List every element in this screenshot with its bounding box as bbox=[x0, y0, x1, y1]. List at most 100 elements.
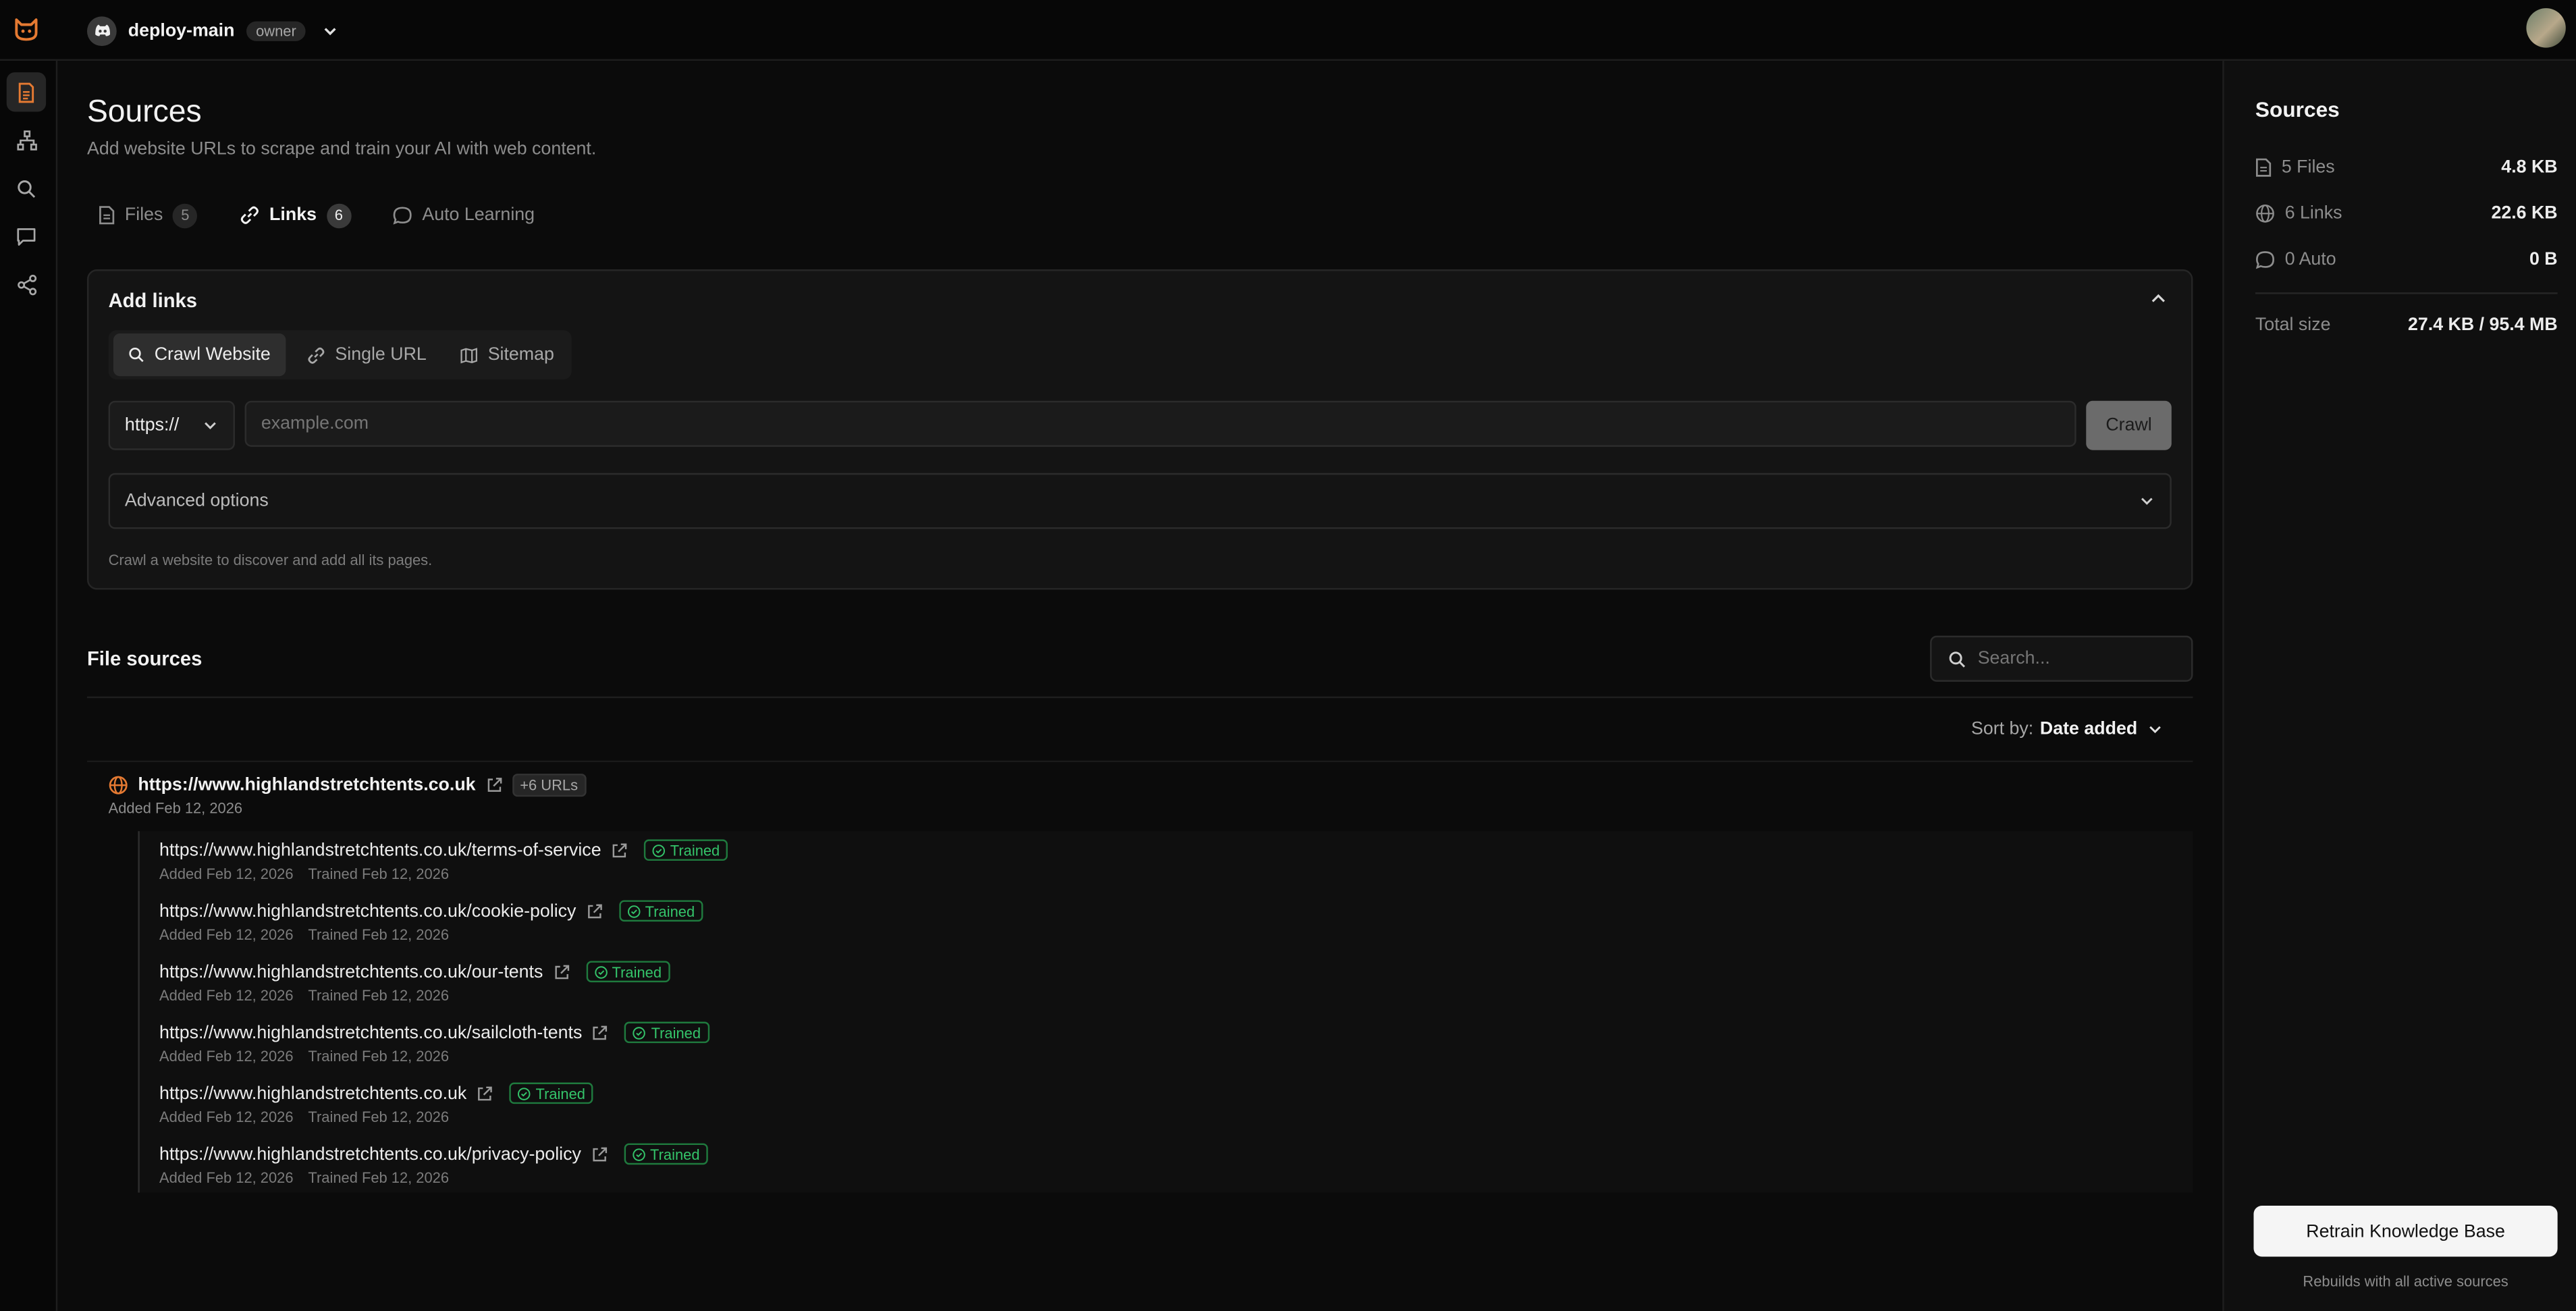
external-link-icon[interactable] bbox=[586, 903, 602, 919]
crawl-hint: Crawl a website to discover and add all … bbox=[108, 552, 433, 568]
added-date: Added Feb 12, 2026 bbox=[159, 926, 294, 943]
tab-count: 6 bbox=[326, 203, 352, 228]
item-url[interactable]: https://www.highlandstretchtents.co.uk/t… bbox=[159, 840, 601, 860]
url-input[interactable] bbox=[244, 400, 2076, 447]
protocol-value: https:// bbox=[124, 415, 180, 435]
summary-label: 0 Auto bbox=[2284, 249, 2336, 270]
trained-date: Trained Feb 12, 2026 bbox=[308, 1048, 450, 1065]
page-title: Sources bbox=[86, 95, 202, 130]
advanced-options-label: Advanced options bbox=[124, 491, 269, 511]
chevron-down-icon bbox=[202, 417, 218, 433]
avatar[interactable] bbox=[2526, 8, 2566, 48]
summary-value: 22.6 KB bbox=[2491, 203, 2558, 223]
globe-icon bbox=[2255, 204, 2275, 223]
group-added: Added Feb 12, 2026 bbox=[108, 800, 243, 817]
mode-crawl-website[interactable]: Crawl Website bbox=[113, 333, 286, 377]
status-badge: Trained bbox=[509, 1082, 594, 1104]
external-link-icon[interactable] bbox=[553, 963, 569, 980]
summary-row-links: 6 Links 22.6 KB bbox=[2255, 204, 2558, 223]
nav-chat-icon[interactable] bbox=[7, 217, 46, 256]
file-icon bbox=[99, 205, 115, 225]
external-link-icon[interactable] bbox=[592, 1024, 608, 1040]
added-date: Added Feb 12, 2026 bbox=[159, 1108, 294, 1125]
trained-date: Trained Feb 12, 2026 bbox=[308, 865, 450, 882]
page-subtitle: Add website URLs to scrape and train you… bbox=[86, 139, 597, 160]
check-circle-icon bbox=[633, 1026, 646, 1039]
trained-date: Trained Feb 12, 2026 bbox=[308, 1169, 450, 1186]
list-item[interactable]: https://www.highlandstretchtents.co.uk/c… bbox=[159, 900, 703, 943]
add-links-title: Add links bbox=[108, 289, 198, 313]
status-label: Trained bbox=[612, 963, 662, 980]
divider bbox=[2255, 292, 2558, 294]
app-logo-icon[interactable] bbox=[11, 15, 41, 45]
item-url[interactable]: https://www.highlandstretchtents.co.uk/s… bbox=[159, 1023, 582, 1042]
summary-total: Total size 27.4 KB / 95.4 MB bbox=[2255, 315, 2558, 335]
link-icon bbox=[240, 205, 259, 225]
mode-label: Sitemap bbox=[487, 344, 554, 365]
check-circle-icon bbox=[627, 905, 640, 917]
summary-value: 0 B bbox=[2529, 249, 2558, 270]
mode-label: Single URL bbox=[335, 344, 427, 365]
divider bbox=[86, 760, 2193, 763]
tab-count: 5 bbox=[173, 203, 198, 228]
tab-files[interactable]: Files 5 bbox=[99, 200, 198, 230]
map-icon bbox=[460, 346, 478, 364]
trained-date: Trained Feb 12, 2026 bbox=[308, 1108, 450, 1125]
external-link-icon[interactable] bbox=[591, 1146, 607, 1162]
collapse-chevron-icon[interactable] bbox=[2149, 289, 2168, 309]
total-label: Total size bbox=[2255, 315, 2331, 336]
tab-label: Links bbox=[269, 205, 317, 225]
list-item[interactable]: https://www.highlandstretchtents.co.uk/p… bbox=[159, 1143, 708, 1186]
total-value: 27.4 KB / 95.4 MB bbox=[2407, 315, 2558, 336]
external-link-icon[interactable] bbox=[485, 777, 502, 793]
item-url[interactable]: https://www.highlandstretchtents.co.uk/c… bbox=[159, 901, 576, 921]
workspace-switcher[interactable]: deploy-main owner bbox=[86, 15, 339, 46]
item-url[interactable]: https://www.highlandstretchtents.co.uk bbox=[159, 1083, 466, 1103]
protocol-select[interactable]: https:// bbox=[108, 400, 235, 450]
crawl-button[interactable]: Crawl bbox=[2086, 400, 2172, 450]
added-date: Added Feb 12, 2026 bbox=[159, 1048, 294, 1065]
divider bbox=[86, 696, 2193, 699]
chevron-down-icon[interactable] bbox=[323, 22, 339, 38]
sort-dropdown[interactable]: Sort by: Date added bbox=[1971, 720, 2164, 739]
status-badge: Trained bbox=[624, 1021, 709, 1044]
crawl-button-label: Crawl bbox=[2105, 415, 2152, 435]
extra-urls-badge: +6 URLs bbox=[512, 774, 587, 797]
nav-search-icon[interactable] bbox=[7, 169, 46, 209]
mode-single-url[interactable]: Single URL bbox=[292, 333, 441, 376]
search-input[interactable] bbox=[1977, 649, 2175, 669]
workspace-name: deploy-main bbox=[128, 20, 235, 41]
nav-share-icon[interactable] bbox=[7, 265, 46, 304]
group-url[interactable]: https://www.highlandstretchtents.co.uk bbox=[138, 776, 475, 795]
nav-sources-icon[interactable] bbox=[6, 72, 47, 112]
nav-workflow-icon[interactable] bbox=[7, 120, 46, 159]
advanced-options[interactable]: Advanced options bbox=[108, 473, 2172, 529]
summary-label: 5 Files bbox=[2281, 157, 2335, 178]
search-box[interactable] bbox=[1930, 635, 2193, 682]
retrain-button-label: Retrain Knowledge Base bbox=[2306, 1221, 2505, 1241]
retrain-button[interactable]: Retrain Knowledge Base bbox=[2253, 1206, 2558, 1257]
list-item[interactable]: https://www.highlandstretchtents.co.uk/t… bbox=[159, 839, 728, 882]
tab-label: Files bbox=[124, 205, 163, 225]
external-link-icon[interactable] bbox=[611, 842, 627, 858]
item-url[interactable]: https://www.highlandstretchtents.co.uk/o… bbox=[159, 962, 543, 982]
external-link-icon[interactable] bbox=[477, 1085, 493, 1101]
mode-sitemap[interactable]: Sitemap bbox=[445, 333, 568, 376]
chat-icon bbox=[393, 205, 412, 225]
tab-links[interactable]: Links 6 bbox=[240, 200, 352, 230]
source-group[interactable]: https://www.highlandstretchtents.co.uk +… bbox=[109, 774, 587, 816]
status-label: Trained bbox=[670, 842, 720, 859]
list-item[interactable]: https://www.highlandstretchtents.co.uk/o… bbox=[159, 961, 670, 1004]
list-item[interactable]: https://www.highlandstretchtents.co.uk/s… bbox=[159, 1021, 709, 1065]
item-url[interactable]: https://www.highlandstretchtents.co.uk/p… bbox=[159, 1144, 581, 1164]
file-icon bbox=[2255, 158, 2272, 178]
check-circle-icon bbox=[594, 965, 607, 978]
role-badge: owner bbox=[246, 20, 306, 41]
tab-auto-learning[interactable]: Auto Learning bbox=[393, 200, 535, 230]
discord-icon bbox=[86, 16, 117, 45]
summary-title: Sources bbox=[2255, 97, 2340, 122]
status-label: Trained bbox=[651, 1024, 701, 1041]
summary-value: 4.8 KB bbox=[2501, 157, 2558, 178]
sort-label: Sort by: bbox=[1970, 719, 2034, 739]
list-item[interactable]: https://www.highlandstretchtents.co.uk T… bbox=[159, 1082, 594, 1125]
